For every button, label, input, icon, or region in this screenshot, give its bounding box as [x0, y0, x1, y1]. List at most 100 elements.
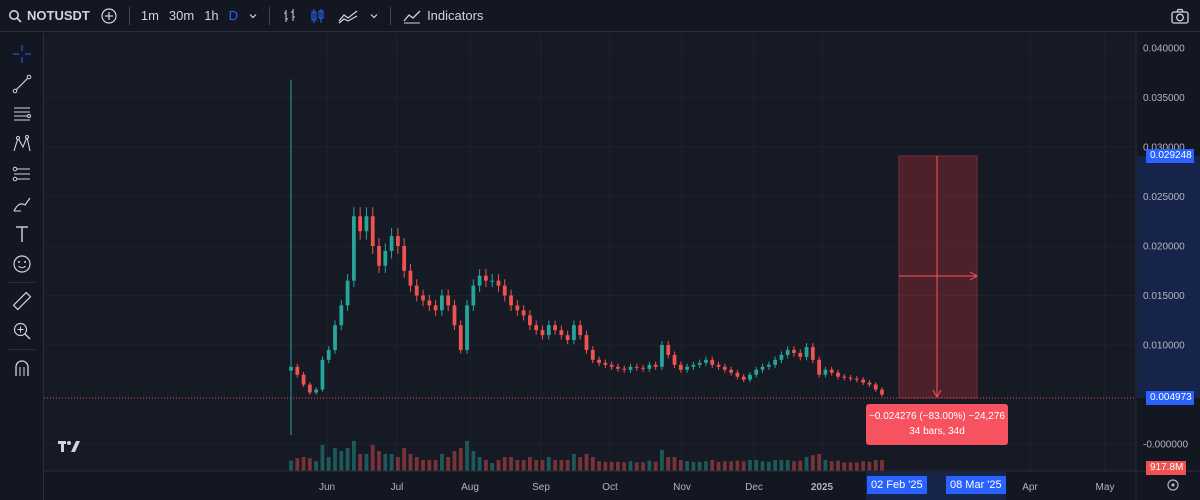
magnet-tool[interactable]	[0, 353, 44, 383]
candle-body	[446, 295, 451, 306]
volume-bar	[729, 461, 733, 471]
text-icon	[16, 226, 28, 242]
volume-bar	[672, 457, 677, 471]
interval-30m[interactable]: 30m	[164, 0, 199, 32]
candle-body	[540, 330, 545, 336]
candle-body	[641, 367, 645, 369]
candle-body	[326, 349, 331, 360]
snapshot-button[interactable]	[1165, 0, 1200, 32]
interval-d[interactable]: D	[224, 0, 243, 32]
zoom-tool[interactable]	[0, 316, 44, 346]
candle-body	[534, 325, 539, 331]
volume-bar	[484, 460, 488, 471]
emoji-tool[interactable]	[0, 249, 44, 279]
candle-body	[653, 364, 658, 367]
candle-body	[810, 346, 815, 360]
top-toolbar: NOTUSDT 1m 30m 1h D Indicators	[0, 0, 1200, 32]
volume-bar	[521, 460, 526, 471]
candle-body	[477, 275, 482, 286]
bar-style-button[interactable]	[276, 0, 304, 32]
volume-bar	[748, 460, 752, 471]
candle-body	[295, 366, 300, 375]
candle-body	[616, 366, 620, 369]
candle-body	[603, 362, 608, 365]
compare-symbol-button[interactable]	[95, 0, 123, 32]
indicators-label: Indicators	[427, 8, 484, 23]
measure-tool[interactable]	[0, 286, 44, 316]
chart-type-dropdown[interactable]	[364, 0, 384, 32]
tradingview-logo	[58, 441, 80, 452]
measure-change-text: −0.024276 (−83.00%) −24,276	[869, 411, 1005, 422]
toolbar-divider	[8, 349, 36, 350]
volume-bar	[829, 461, 834, 471]
interval-dropdown[interactable]	[243, 0, 263, 32]
time-label: Jul	[391, 482, 404, 493]
volume-bar	[578, 457, 583, 471]
candle-body	[741, 376, 746, 380]
volume-bar	[289, 460, 293, 471]
candle-body	[867, 382, 872, 385]
volume-bar	[785, 460, 790, 471]
candle-body	[634, 366, 639, 368]
volume-bar	[509, 457, 513, 471]
candle-body	[766, 364, 771, 367]
volume-bar	[414, 457, 419, 471]
time-label: Apr	[1022, 482, 1038, 493]
candle-body	[414, 285, 419, 296]
fib-tool[interactable]	[0, 99, 44, 129]
volume-bar	[590, 457, 595, 471]
candle-body	[339, 305, 344, 326]
volume-bar	[471, 451, 476, 471]
pattern-tool[interactable]	[0, 129, 44, 159]
drawing-toolbar	[0, 33, 44, 500]
candle-body	[546, 325, 551, 336]
text-tool[interactable]	[0, 219, 44, 249]
candle-body	[358, 216, 363, 232]
symbol-search[interactable]: NOTUSDT	[0, 0, 95, 32]
area-chart-icon	[338, 10, 358, 23]
candle-body	[421, 295, 425, 301]
volume-bar	[716, 461, 721, 471]
volume-bar	[722, 461, 727, 471]
volume-bar	[603, 461, 608, 471]
forecast-tool[interactable]	[0, 159, 44, 189]
fib-icon	[14, 107, 31, 121]
volume-bar	[345, 448, 350, 471]
interval-1m[interactable]: 1m	[136, 0, 164, 32]
volume-bar	[326, 457, 331, 471]
price-chart[interactable]: 0.0400000.0350000.0300000.0250000.020000…	[44, 33, 1200, 500]
brush-tool[interactable]	[0, 189, 44, 219]
indicators-icon	[403, 10, 421, 23]
candle-body	[716, 364, 721, 367]
symbol-label: NOTUSDT	[27, 8, 90, 23]
volume-bar	[452, 451, 457, 471]
volume-bar	[880, 460, 884, 471]
time-label: May	[1096, 482, 1115, 493]
candle-body	[559, 330, 564, 336]
volume-bar	[433, 460, 438, 471]
candle-body	[584, 335, 589, 350]
indicators-button[interactable]: Indicators	[397, 0, 488, 32]
area-style-button[interactable]	[332, 0, 364, 32]
chevron-down-icon	[370, 13, 378, 18]
volume-bar	[735, 460, 740, 471]
candle-body	[301, 374, 306, 385]
interval-1h[interactable]: 1h	[199, 0, 223, 32]
volume-bar	[408, 454, 413, 471]
volume-bar	[848, 462, 853, 471]
volume-tag: 917.8M	[1146, 461, 1186, 475]
candle-body	[509, 295, 513, 306]
candle-body	[804, 346, 809, 357]
candle-body	[848, 377, 853, 379]
trend-line-tool[interactable]	[0, 69, 44, 99]
crosshair-tool[interactable]	[0, 39, 44, 69]
volume-bar	[867, 461, 872, 471]
volume-bar	[572, 454, 576, 471]
range-end-tag: 08 Mar '25	[946, 476, 1006, 494]
search-icon	[9, 9, 22, 23]
settings-icon[interactable]	[1167, 479, 1179, 491]
time-label: Aug	[461, 482, 479, 493]
candle-body	[798, 352, 803, 357]
candles-style-button[interactable]	[304, 0, 332, 32]
candle-body	[748, 374, 752, 380]
